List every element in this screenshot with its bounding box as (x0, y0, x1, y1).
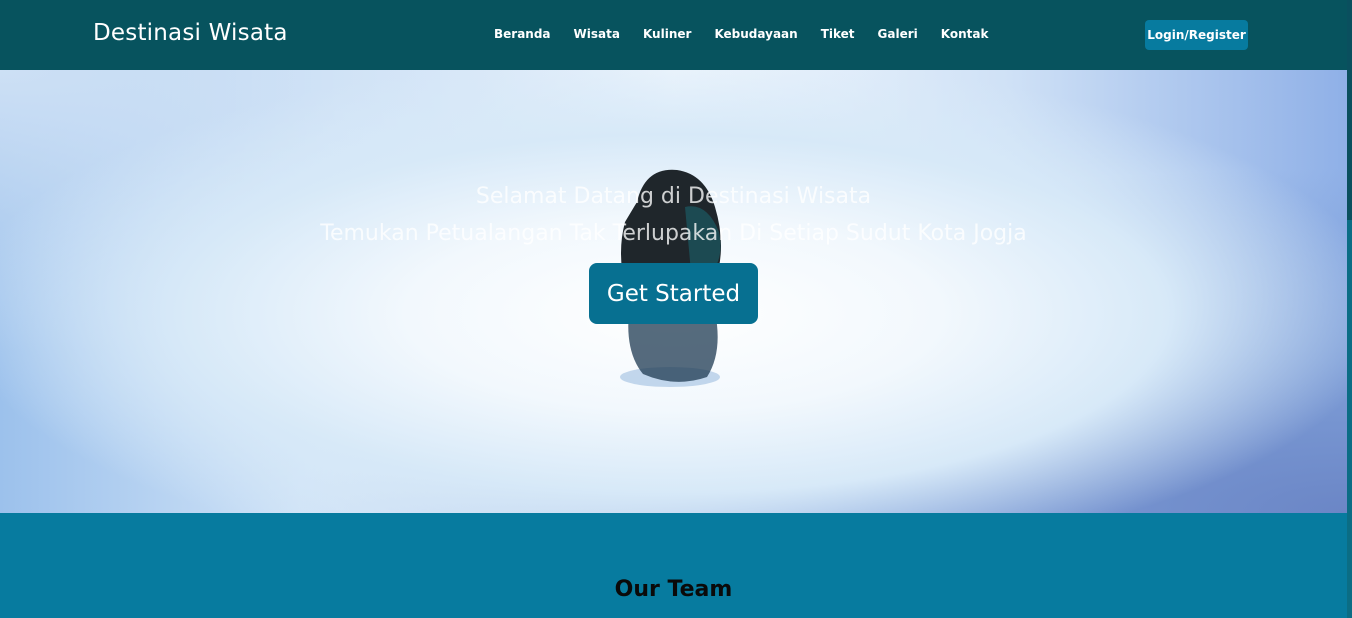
nav-item-kontak[interactable]: Kontak (941, 27, 989, 41)
nav-item-beranda[interactable]: Beranda (494, 27, 551, 41)
nav-item-wisata[interactable]: Wisata (574, 27, 620, 41)
nav-item-galeri[interactable]: Galeri (878, 27, 918, 41)
scrollbar-thumb[interactable] (1347, 0, 1352, 220)
page-scrollbar[interactable] (1347, 0, 1352, 618)
team-title: Our Team (614, 577, 733, 602)
nav-item-kuliner[interactable]: Kuliner (643, 27, 691, 41)
hero-title: Selamat Datang di Destinasi Wisata (475, 184, 872, 209)
brand-logo[interactable]: Destinasi Wisata (93, 20, 288, 46)
login-register-button[interactable]: Login/Register (1145, 20, 1248, 50)
navbar: Destinasi Wisata Beranda Wisata Kuliner … (0, 0, 1347, 70)
nav-item-kebudayaan[interactable]: Kebudayaan (714, 27, 797, 41)
hero-section: Selamat Datang di Destinasi Wisata Temuk… (0, 70, 1347, 513)
nav-item-tiket[interactable]: Tiket (821, 27, 855, 41)
nav-menu: Beranda Wisata Kuliner Kebudayaan Tiket … (494, 27, 1011, 41)
hero-subtitle: Temukan Petualangan Tak Terlupakan Di Se… (320, 221, 1027, 246)
team-section: Our Team (0, 513, 1347, 618)
get-started-button[interactable]: Get Started (589, 263, 758, 324)
